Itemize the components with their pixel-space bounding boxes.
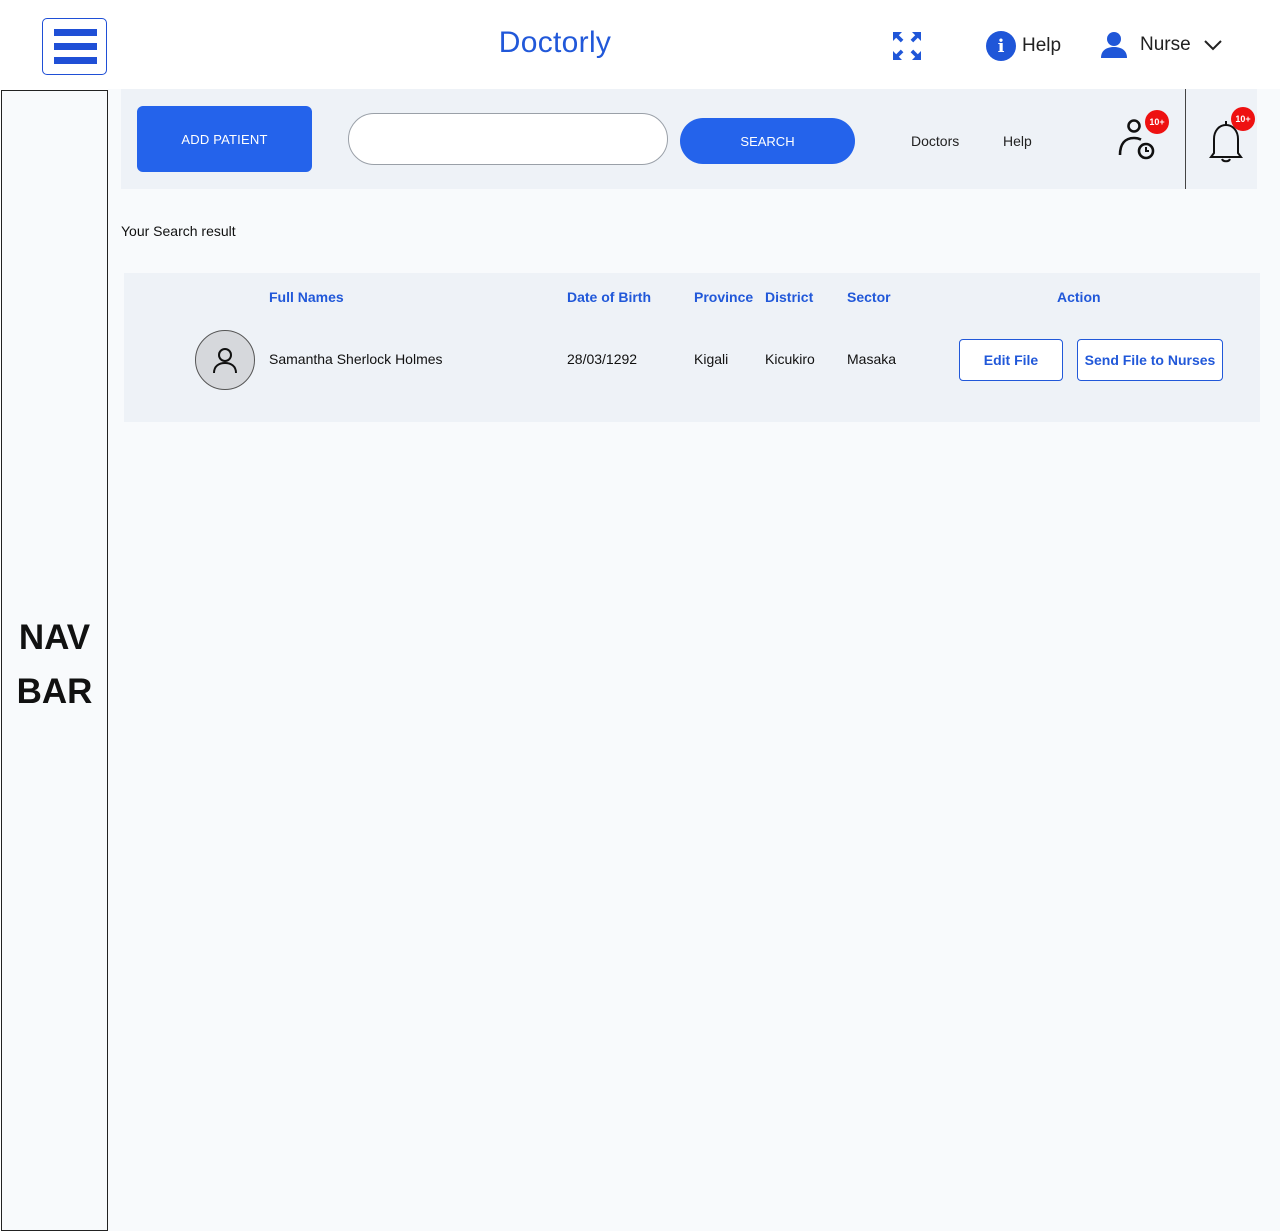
pending-patients-button[interactable]: 10+ (1116, 110, 1169, 165)
menu-icon-bar (54, 57, 97, 64)
search-button[interactable]: SEARCH (680, 118, 855, 164)
chevron-down-icon (1203, 40, 1222, 51)
menu-button[interactable] (42, 18, 107, 75)
menu-icon-bar (54, 43, 97, 50)
send-file-to-nurses-button[interactable]: Send File to Nurses (1077, 339, 1223, 381)
column-header-sector: Sector (847, 289, 891, 305)
column-header-province: Province (694, 289, 754, 305)
column-header-action: Action (1057, 289, 1101, 305)
column-header-date-of-birth: Date of Birth (567, 289, 651, 305)
notifications-badge: 10+ (1231, 107, 1255, 131)
user-menu[interactable]: Nurse (1100, 28, 1223, 62)
toolbar-divider (1185, 89, 1186, 189)
cell-province: Kigali (694, 351, 729, 367)
add-patient-button[interactable]: ADD PATIENT (137, 106, 312, 172)
search-result-title: Your Search result (121, 223, 236, 239)
notifications-button[interactable]: 10+ (1201, 107, 1255, 165)
menu-icon (54, 29, 97, 36)
cell-full-name: Samantha Sherlock Holmes (269, 351, 443, 367)
navbar-line-1: NAV (18, 618, 91, 657)
navbar-placeholder-text: NAV BAR (2, 611, 107, 719)
info-icon: i (986, 31, 1016, 61)
toolbar: ADD PATIENT SEARCH Doctors Help 10+ 10+ (121, 89, 1257, 189)
user-icon (1101, 32, 1127, 58)
person-icon (213, 348, 237, 374)
navbar-line-2: BAR (16, 672, 93, 711)
header-help-button[interactable]: i Help (986, 30, 1061, 62)
search-input[interactable] (348, 113, 668, 165)
app-title: Doctorly (498, 26, 612, 59)
main-content: ADD PATIENT SEARCH Doctors Help 10+ 10+ … (108, 89, 1280, 1231)
edit-file-button[interactable]: Edit File (959, 339, 1063, 381)
avatar (195, 330, 255, 390)
help-link[interactable]: Help (1003, 133, 1032, 149)
expand-icon[interactable] (891, 30, 923, 62)
doctors-link[interactable]: Doctors (911, 133, 959, 149)
cell-date-of-birth: 28/03/1292 (567, 351, 638, 367)
pending-badge: 10+ (1145, 110, 1169, 134)
header-help-label: Help (1022, 35, 1062, 56)
cell-district: Kicukiro (765, 351, 815, 367)
column-header-full-names: Full Names (269, 289, 344, 305)
column-header-district: District (765, 289, 814, 305)
user-role-label: Nurse (1140, 34, 1191, 55)
results-table: Full Names Date of Birth Province Distri… (124, 273, 1260, 422)
top-header: Doctorly i Help Nurse (0, 0, 1280, 89)
cell-sector: Masaka (847, 351, 897, 367)
side-navbar: NAV BAR (1, 90, 108, 1231)
